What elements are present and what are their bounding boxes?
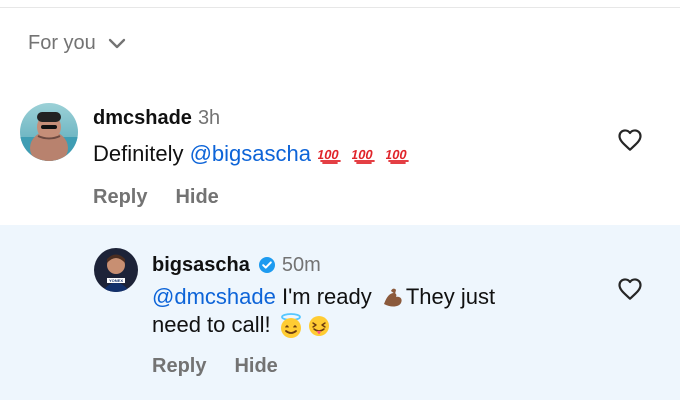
reply-text-part2: They just — [405, 284, 496, 309]
mention-link[interactable]: @dmcshade — [152, 284, 276, 309]
smiling-face-with-halo-icon — [278, 313, 304, 339]
comment-time: 3h — [197, 107, 221, 129]
hundred-points-icon: 100 — [318, 142, 344, 168]
avatar-bigsascha[interactable]: YONEX — [94, 248, 138, 292]
chevron-down-icon — [108, 36, 126, 50]
heart-icon[interactable] — [616, 275, 644, 303]
comment-actions: Reply Hide — [93, 186, 593, 209]
comment-dmcshade: dmcshade 3h Definitely @bigsascha 100 10… — [0, 88, 680, 225]
reply-button[interactable]: Reply — [152, 355, 206, 378]
reply-time: 50m — [281, 254, 321, 276]
svg-text:100: 100 — [352, 147, 374, 162]
comment-meta: dmcshade 3h — [93, 106, 593, 130]
reply-button[interactable]: Reply — [93, 186, 147, 209]
hundred-points-icon: 100 — [352, 142, 378, 168]
svg-text:YONEX: YONEX — [109, 278, 123, 283]
heart-icon[interactable] — [616, 126, 644, 154]
verified-badge-icon — [258, 256, 276, 274]
flexed-biceps-icon — [379, 285, 405, 311]
reply-bigsascha: YONEX bigsascha 50m @dmcshade I'm ready … — [0, 225, 680, 400]
hide-button[interactable]: Hide — [234, 355, 277, 378]
username[interactable]: bigsascha — [152, 253, 250, 277]
mention-link[interactable]: @bigsascha — [190, 141, 311, 166]
comment-content: dmcshade 3h Definitely @bigsascha 100 10… — [93, 106, 593, 209]
reply-meta: bigsascha 50m — [152, 253, 582, 277]
hundred-points-icon: 100 — [386, 142, 412, 168]
sort-label: For you — [28, 31, 96, 54]
avatar-dmcshade[interactable] — [20, 103, 78, 161]
reply-text: @dmcshade I'm ready They just need to ca… — [152, 283, 582, 339]
reply-content: bigsascha 50m @dmcshade I'm ready They j… — [152, 253, 582, 378]
reply-text-part3: need to call! — [152, 312, 277, 338]
hide-button[interactable]: Hide — [175, 186, 218, 209]
comment-text-plain: Definitely — [93, 141, 190, 166]
comment-text: Definitely @bigsascha 100 100 100 — [93, 140, 593, 168]
reply-text-part1: I'm ready — [275, 284, 378, 309]
svg-text:100: 100 — [386, 147, 408, 162]
sort-dropdown[interactable]: For you — [28, 28, 126, 58]
squinting-face-with-tongue-icon — [306, 313, 332, 339]
svg-text:100: 100 — [318, 147, 340, 162]
reply-actions: Reply Hide — [152, 355, 582, 378]
username[interactable]: dmcshade — [93, 106, 192, 130]
top-divider — [0, 7, 680, 8]
